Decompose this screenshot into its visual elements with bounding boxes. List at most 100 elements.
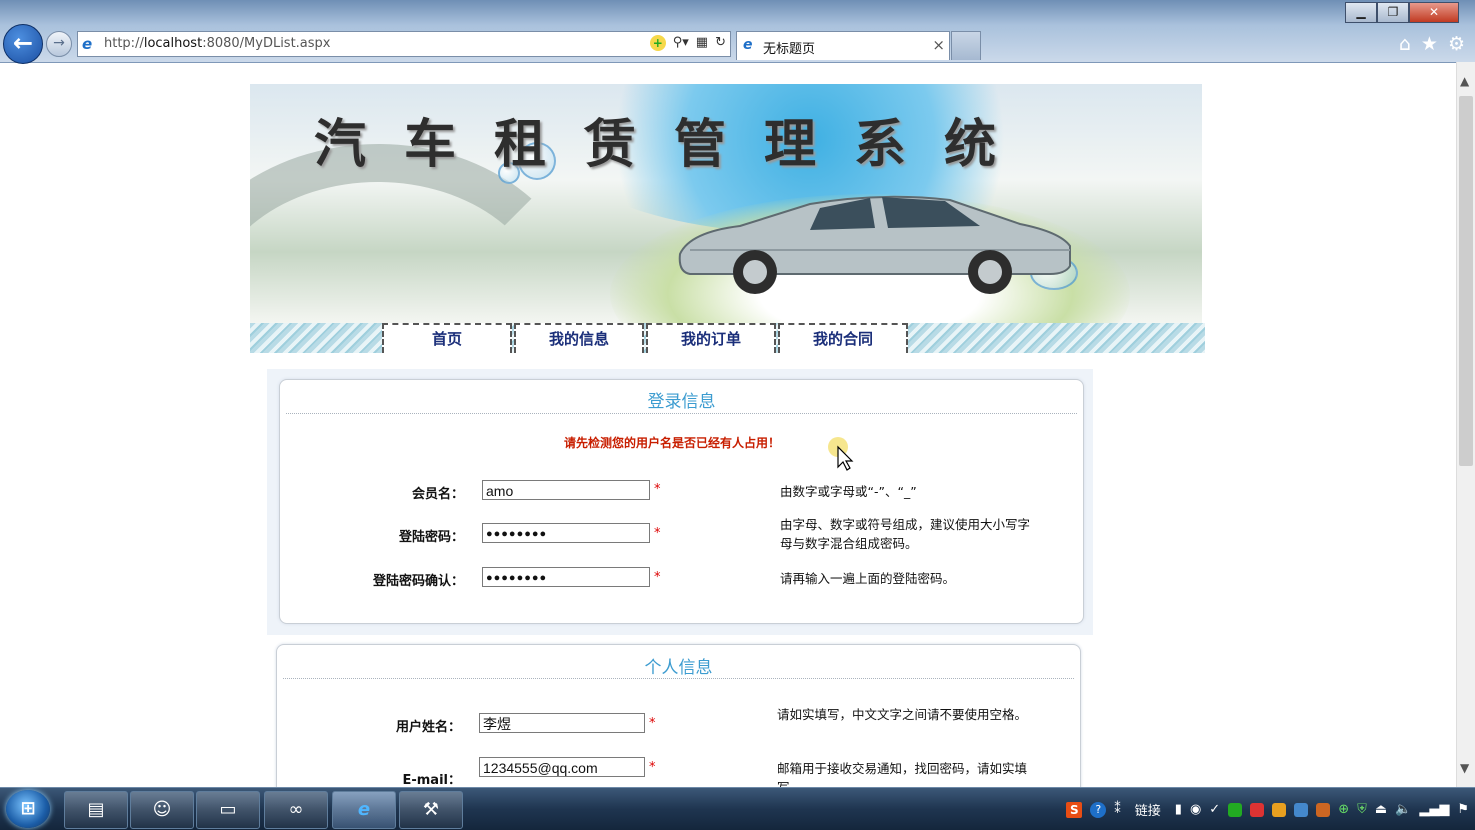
tab-title: 无标题页 xyxy=(763,42,816,57)
login-info-panel: 登录信息 请先检测您的用户名是否已经有人占用！ 会员名： amo * 由数字或字… xyxy=(279,379,1084,624)
nav-my-orders[interactable]: 我的订单 xyxy=(646,323,776,353)
nav-my-contracts[interactable]: 我的合同 xyxy=(778,323,908,353)
password-confirm-hint: 请再输入一遍上面的登陆密码。 xyxy=(780,571,956,586)
password-confirm-input[interactable]: ●●●●●●●● xyxy=(482,567,650,587)
member-name-input[interactable]: amo xyxy=(482,480,650,500)
ime-s-icon[interactable]: S xyxy=(1066,801,1083,818)
person-photo-icon: ☺ xyxy=(152,799,172,820)
shield-check-icon[interactable]: ✓ xyxy=(1209,802,1220,817)
taskbar-app-chart[interactable]: ▤ xyxy=(64,791,128,829)
banner-title: 汽车租赁管理系统 xyxy=(314,114,1035,175)
usb-icon[interactable]: ⏏ xyxy=(1375,802,1387,817)
scrollbar-thumb[interactable] xyxy=(1459,96,1473,466)
address-bar[interactable]: e http://localhost:8080/MyDList.aspx + ⚲… xyxy=(77,31,731,57)
ime-options-icon[interactable]: ⁑ xyxy=(1114,802,1121,817)
ie-tab-icon: e xyxy=(743,37,753,53)
shield-icon[interactable]: ⛨ xyxy=(1357,802,1367,817)
user-name-input[interactable]: 李煜 xyxy=(479,713,645,733)
minimize-button[interactable]: ▁ xyxy=(1345,2,1377,23)
personal-panel-title: 个人信息 xyxy=(644,658,713,678)
home-icon[interactable]: ⌂ xyxy=(1399,33,1411,55)
app-tray-icon[interactable] xyxy=(1294,802,1309,817)
personal-info-panel: 个人信息 用户姓名： 李煜 * 请如实填写，中文文字之间请不要使用空格。 E-m… xyxy=(276,644,1081,806)
scroll-down-icon[interactable]: ▼ xyxy=(1460,761,1469,775)
tab-close-icon[interactable]: × xyxy=(932,36,945,54)
required-mark: * xyxy=(654,526,661,541)
browser-toolbar: ▁ ❐ ✕ ← → e http://localhost:8080/MyDLis… xyxy=(0,0,1475,64)
tab-current[interactable]: e 无标题页 × xyxy=(736,31,950,60)
arrow-left-icon: ← xyxy=(12,29,34,57)
nav-my-info[interactable]: 我的信息 xyxy=(514,323,644,353)
mouse-cursor-icon xyxy=(828,437,854,471)
password-confirm-label: 登陆密码确认： xyxy=(372,574,464,589)
scroll-up-icon[interactable]: ▲ xyxy=(1460,74,1469,88)
site-banner: 汽车租赁管理系统 xyxy=(250,84,1202,324)
compatibility-view-icon[interactable]: + xyxy=(649,35,666,51)
nav-home[interactable]: 首页 xyxy=(382,323,512,353)
email-label: E-mail： xyxy=(402,773,461,788)
required-mark: * xyxy=(649,760,656,775)
member-name-label: 会员名： xyxy=(411,487,464,502)
address-tools: + ⚲▾ ▦ ↻ xyxy=(649,35,726,51)
taskbar-app-ie[interactable]: e xyxy=(332,791,396,829)
infinity-icon: ∞ xyxy=(288,799,304,820)
window-controls: ▁ ❐ ✕ xyxy=(1345,2,1459,23)
taskbar-app-explorer[interactable]: ▭ xyxy=(196,791,260,829)
windows-logo-icon: ⊞ xyxy=(20,798,36,819)
refresh-icon[interactable]: ↻ xyxy=(715,35,726,51)
user-name-label: 用户姓名： xyxy=(395,720,461,735)
tools-icon: ⚒ xyxy=(422,799,440,820)
arrow-right-icon: → xyxy=(53,35,65,51)
flag-icon[interactable]: ⚑ xyxy=(1457,802,1469,817)
taskbar-app-tools[interactable]: ⚒ xyxy=(399,791,463,829)
password-hint: 由字母、数字或符号组成，建议使用大小写字母与数字混合组成密码。 xyxy=(780,517,1031,551)
divider xyxy=(283,678,1074,679)
system-tray: S ? ⁑ 链接 ▮ ◉ ✓ ⊕ ⛨ ⏏ 🔈 ▂▄▆ ⚑ xyxy=(1066,800,1469,819)
help-icon[interactable]: ? xyxy=(1090,801,1107,818)
qq-icon[interactable] xyxy=(1250,802,1265,817)
plus-circle-icon[interactable]: ⊕ xyxy=(1338,802,1349,817)
gear-icon[interactable]: ⚙ xyxy=(1448,33,1465,55)
eye-icon[interactable]: ◉ xyxy=(1190,802,1201,817)
main-menu: 首页 我的信息 我的订单 我的合同 xyxy=(382,323,910,353)
battery-icon[interactable]: ▮ xyxy=(1175,802,1182,817)
nav-strip: 首页 我的信息 我的订单 我的合同 xyxy=(250,323,1205,353)
volume-icon[interactable]: 🔈 xyxy=(1395,802,1411,817)
required-mark: * xyxy=(654,482,661,497)
vertical-scrollbar[interactable]: ▲ ▼ xyxy=(1456,62,1475,787)
car-image xyxy=(678,195,1071,294)
email-input[interactable]: 1234555@qq.com xyxy=(479,757,645,777)
member-name-hint: 由数字或字母或“-”、“_” xyxy=(780,484,917,499)
restore-button[interactable]: ❐ xyxy=(1377,2,1409,23)
qq-icon[interactable] xyxy=(1272,802,1287,817)
chart-app-icon: ▤ xyxy=(87,799,105,820)
divider xyxy=(286,413,1077,414)
favorites-star-icon[interactable]: ★ xyxy=(1421,33,1438,55)
taskbar-app-photo[interactable]: ☺ xyxy=(130,791,194,829)
windows-taskbar: ⊞ ▤ ☺ ▭ ∞ e ⚒ S ? ⁑ 链接 ▮ ◉ ✓ ⊕ ⛨ ⏏ 🔈 ▂▄▆… xyxy=(0,787,1475,830)
password-input[interactable]: ●●●●●●●● xyxy=(482,523,650,543)
login-panel-title: 登录信息 xyxy=(647,392,716,412)
password-label: 登陆密码： xyxy=(398,530,464,545)
ie-page-icon: e xyxy=(82,35,93,53)
folder-icon: ▭ xyxy=(219,799,237,820)
forward-button[interactable]: → xyxy=(46,31,72,57)
search-icon[interactable]: ⚲▾ xyxy=(673,35,689,51)
links-label[interactable]: 链接 xyxy=(1135,800,1161,819)
network-signal-icon[interactable]: ▂▄▆ xyxy=(1419,802,1449,817)
compat-page-icon[interactable]: ▦ xyxy=(696,35,708,51)
new-tab-button[interactable] xyxy=(951,31,981,60)
start-button[interactable]: ⊞ xyxy=(6,790,50,828)
ie-icon: e xyxy=(357,799,371,820)
username-warning: 请先检测您的用户名是否已经有人占用！ xyxy=(564,436,781,450)
required-mark: * xyxy=(654,570,661,585)
qq-icon[interactable] xyxy=(1228,802,1243,817)
required-mark: * xyxy=(649,716,656,731)
close-window-button[interactable]: ✕ xyxy=(1409,2,1459,23)
back-button[interactable]: ← xyxy=(3,24,43,64)
app-tray-icon[interactable] xyxy=(1316,802,1331,817)
browser-right-tools: ⌂ ★ ⚙ xyxy=(1399,33,1465,55)
user-name-hint: 请如实填写，中文文字之间请不要使用空格。 xyxy=(777,707,1028,722)
url-text[interactable]: http://localhost:8080/MyDList.aspx xyxy=(104,36,331,51)
taskbar-app-visual-studio[interactable]: ∞ xyxy=(264,791,328,829)
